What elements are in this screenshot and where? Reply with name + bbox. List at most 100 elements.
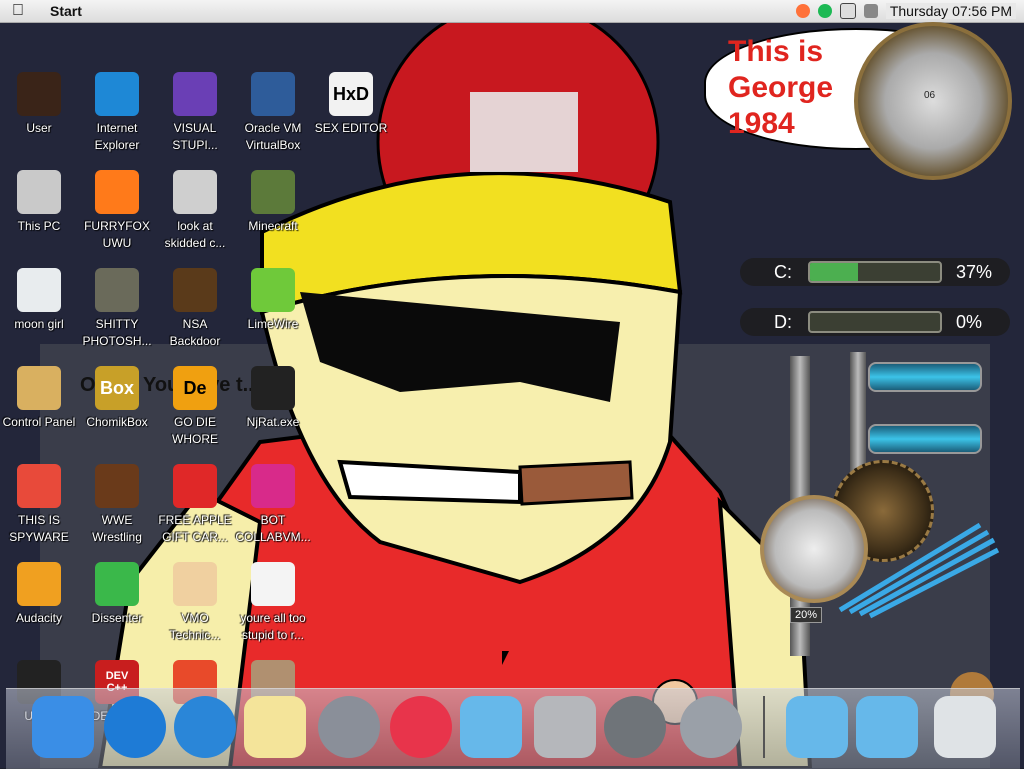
apple-icon[interactable]:  (0, 2, 36, 20)
steampunk-tube (868, 362, 982, 392)
desktop-icon[interactable]: look at skidded c... (156, 170, 234, 252)
drive-usage-bar (808, 261, 942, 283)
app-store-icon[interactable] (104, 696, 166, 758)
desktop-icon[interactable]: VISUAL STUPI... (156, 72, 234, 154)
desktop-icon-label: THIS IS SPYWARE (9, 513, 69, 544)
desktop-icon-label: NSA Backdoor (169, 317, 221, 348)
desktop-icon[interactable]: THIS IS SPYWARE (0, 464, 78, 546)
desktop-icon[interactable]: FREE APPLE GIFT CAR... (156, 464, 234, 546)
nsa-folder-icon (173, 268, 217, 312)
desktop-icon-label: SHITTY PHOTOSH... (82, 317, 152, 348)
desktop-icon[interactable]: FURRYFOX UWU (78, 170, 156, 252)
downloads-folder-icon[interactable] (856, 696, 918, 758)
desktop-icon-label: ChomikBox (86, 415, 148, 429)
mouse-cursor (502, 651, 509, 665)
volume-icon[interactable] (863, 4, 878, 18)
desktop-icon[interactable]: Dissenter (78, 562, 156, 627)
steampunk-clock-widget[interactable]: 06 (854, 22, 1012, 180)
system-tray: Thursday 07:56 PM (795, 3, 1024, 19)
lightbulb-icon (17, 366, 61, 410)
stack-icon (173, 170, 217, 214)
music-icon[interactable] (390, 696, 452, 758)
chrome-icon (17, 464, 61, 508)
minecraft-icon (251, 170, 295, 214)
computer-icon (17, 170, 61, 214)
desktop-icon-label: Dissenter (91, 611, 143, 625)
dissenter-icon (95, 562, 139, 606)
steampunk-pipe (850, 352, 866, 472)
desktop-icon-label: Minecraft (248, 219, 298, 233)
desktop-icon[interactable]: NjRat.exe (234, 366, 312, 431)
desktop-icon-label: NjRat.exe (246, 415, 300, 429)
menubar-clock[interactable]: Thursday 07:56 PM (885, 3, 1016, 19)
apple-fruit-icon (173, 464, 217, 508)
desktop-icon-label: WWE Wrestling (92, 513, 142, 544)
desktop-icon-label: FURRYFOX UWU (84, 219, 150, 250)
desktop-icon[interactable]: WWE Wrestling (78, 464, 156, 546)
launchpad-icon[interactable] (318, 696, 380, 758)
desktop-icon[interactable]: Minecraft (234, 170, 312, 235)
gauge-percent: 20% (790, 607, 823, 623)
drive-usage-bar (808, 311, 942, 333)
skull-icon (251, 366, 295, 410)
desktop-icon[interactable]: LimeWire (234, 268, 312, 333)
power-icon[interactable] (680, 696, 742, 758)
desktop-icon[interactable]: SHITTY PHOTOSH... (78, 268, 156, 350)
desktop-icon[interactable]: Control Panel (0, 366, 78, 431)
menu-bar:  Start Thursday 07:56 PM (0, 0, 1024, 23)
drive-meter-d[interactable]: D: 0% (740, 308, 1010, 336)
firefox-icon[interactable] (795, 4, 810, 18)
notes-icon[interactable] (244, 696, 306, 758)
mac-pro-icon[interactable] (534, 696, 596, 758)
desktop-icon[interactable]: BOT COLLABVM... (234, 464, 312, 546)
dock-separator (763, 696, 765, 758)
drive-label: C: (774, 261, 792, 282)
trash-icon[interactable] (934, 696, 996, 758)
desktop-icon-label: Internet Explorer (94, 121, 140, 152)
desktop-icon[interactable]: De GO DIE WHORE (156, 366, 234, 448)
desktop-icon[interactable]: Internet Explorer (78, 72, 156, 154)
desktop-icon[interactable]: HxD SEX EDITOR (312, 72, 390, 137)
desktop-icon-label: look at skidded c... (164, 219, 226, 250)
monitor-app-icon (251, 464, 295, 508)
desktop-icon[interactable]: This PC (0, 170, 78, 235)
wwe-icon (95, 464, 139, 508)
spotify-icon[interactable] (817, 4, 832, 18)
desktop-icon-label: GO DIE WHORE (172, 415, 218, 446)
portrait-icon (251, 562, 295, 606)
gimp-icon (95, 268, 139, 312)
recycle-bin-icon (17, 268, 61, 312)
steampunk-tube (868, 424, 982, 454)
desktop-icon-label: youre all too stupid to r... (240, 611, 306, 642)
desktop-icon-label: Control Panel (2, 415, 76, 429)
desktop-icon[interactable]: VMO Technic... (156, 562, 234, 644)
chomikbox-icon: Box (95, 366, 139, 410)
system-preferences-icon[interactable] (604, 696, 666, 758)
drive-usage-fill (810, 263, 859, 281)
desktop-icon-label: Oracle VM VirtualBox (244, 121, 302, 152)
start-menu[interactable]: Start (50, 3, 82, 19)
virtualbox-icon (251, 72, 295, 116)
desktop-icon-label: SEX EDITOR (314, 121, 388, 135)
desktop-icon[interactable]: NSA Backdoor (156, 268, 234, 350)
drive-percent: 0% (956, 311, 983, 332)
drive-meter-c[interactable]: C: 37% (740, 258, 1010, 286)
safari-icon[interactable] (174, 696, 236, 758)
desktop-icon-label: VISUAL STUPI... (172, 121, 218, 152)
applications-folder-icon[interactable] (460, 696, 522, 758)
desktop-icon-label: User (26, 121, 52, 135)
desktop-icon[interactable]: Oracle VM VirtualBox (234, 72, 312, 154)
documents-folder-icon[interactable] (786, 696, 848, 758)
firefox-icon (95, 170, 139, 214)
desktop-icon[interactable]: Audacity (0, 562, 78, 627)
desktop-icon-label: LimeWire (247, 317, 299, 331)
user-folder-icon (17, 72, 61, 116)
desktop-icon[interactable]: User (0, 72, 78, 137)
desktop-icon[interactable]: Box ChomikBox (78, 366, 156, 431)
drive-percent: 37% (956, 261, 993, 282)
desktop-icon[interactable]: youre all too stupid to r... (234, 562, 312, 644)
monitor-icon[interactable] (839, 3, 856, 19)
desktop-icon[interactable]: moon girl (0, 268, 78, 333)
audacity-icon (17, 562, 61, 606)
finder-icon[interactable] (32, 696, 94, 758)
